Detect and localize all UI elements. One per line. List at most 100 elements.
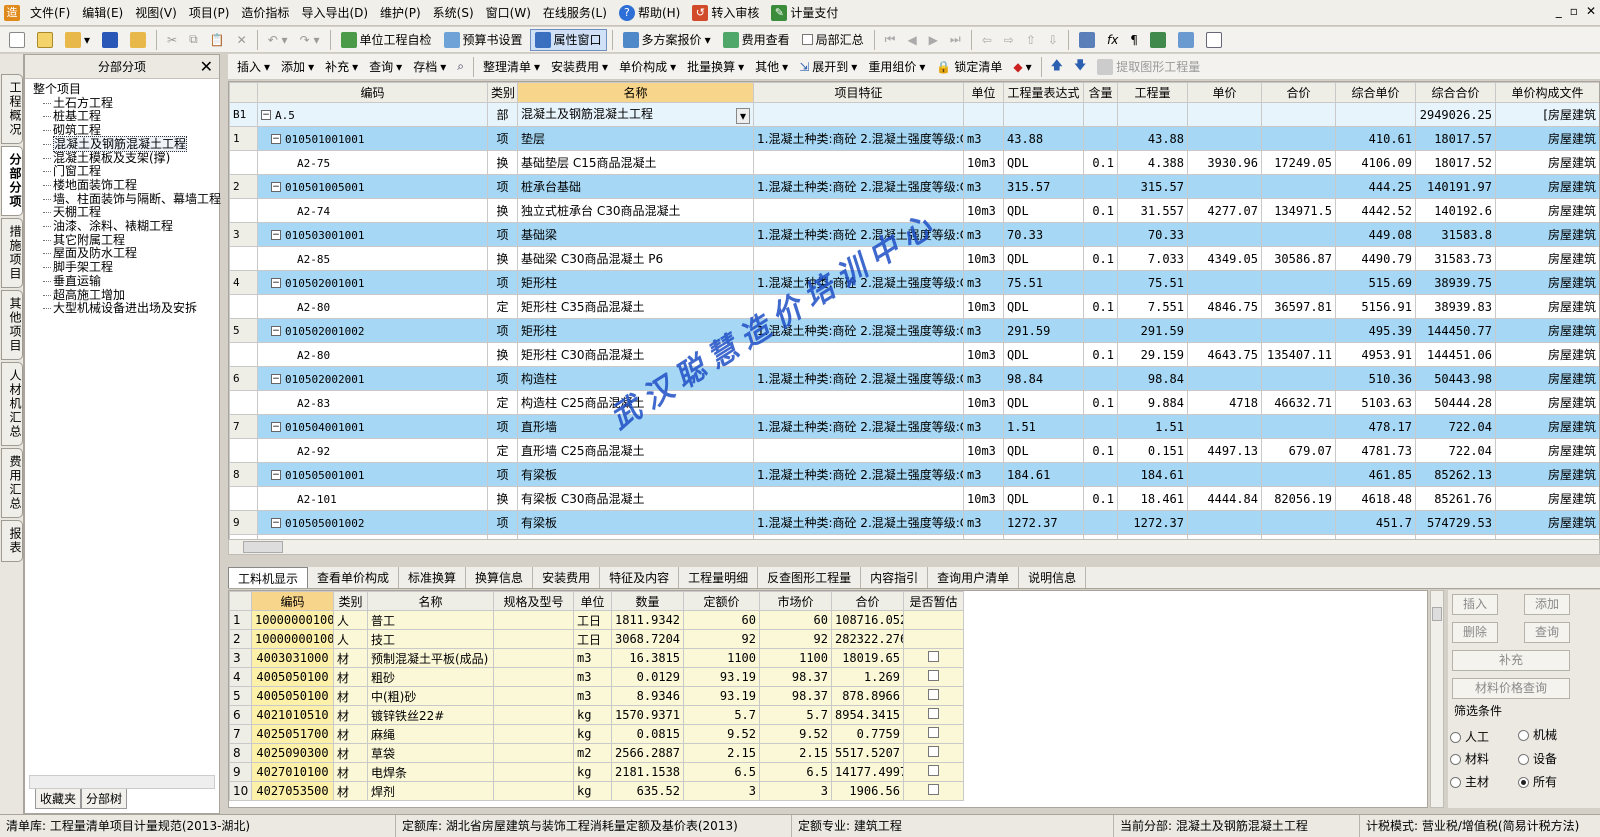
- cell-code[interactable]: A2-74: [257, 198, 488, 223]
- cell-price-file[interactable]: 房屋建筑: [1495, 150, 1599, 175]
- collapse-toggle-icon[interactable]: −: [271, 374, 281, 384]
- close-icon[interactable]: ✕: [1586, 4, 1596, 18]
- row-number[interactable]: 3: [229, 222, 258, 247]
- cell-total[interactable]: [1261, 222, 1336, 247]
- cell-quantity[interactable]: 0.0815: [611, 724, 684, 744]
- chevron-down-icon[interactable]: ▾: [736, 108, 750, 124]
- header-spec[interactable]: 规格及型号: [493, 591, 574, 611]
- cell-spec[interactable]: [493, 724, 574, 744]
- cell-price-file[interactable]: 房屋建筑: [1495, 486, 1599, 511]
- cell-quantity[interactable]: 18.461: [1117, 486, 1188, 511]
- tree-node-selected[interactable]: 混凝土及钢筋混凝土工程: [31, 135, 219, 152]
- cell-unit[interactable]: 10m3: [963, 198, 1004, 223]
- cell-quantity[interactable]: 4.388: [1117, 150, 1188, 175]
- cell-unit[interactable]: 10m3: [963, 150, 1004, 175]
- cell-provisional[interactable]: [903, 629, 964, 649]
- menu-file[interactable]: 文件(F): [24, 4, 76, 21]
- cell-unit-price[interactable]: 3930.96: [1187, 150, 1262, 175]
- cell-quota-price[interactable]: 3: [683, 781, 760, 801]
- cell-name[interactable]: 有梁板 C30商品混凝土: [517, 486, 754, 511]
- cell-quantity[interactable]: 291.59: [1117, 318, 1188, 343]
- cell-spec[interactable]: [493, 781, 574, 801]
- cell-total[interactable]: 17249.05: [1261, 150, 1336, 175]
- cell-ratio[interactable]: [1083, 318, 1118, 343]
- cell-quantity[interactable]: 184.61: [1117, 462, 1188, 487]
- cell-market-price[interactable]: 1100: [759, 648, 832, 668]
- cell-composite-unit-price[interactable]: 451.7: [1335, 510, 1416, 535]
- cell-code[interactable]: 10000000100: [251, 610, 334, 630]
- cell-code[interactable]: A2-75: [257, 150, 488, 175]
- row-number[interactable]: [229, 294, 258, 319]
- cell-quota-price[interactable]: 2.15: [683, 743, 760, 763]
- cell-category[interactable]: 材: [333, 667, 368, 687]
- cell-features[interactable]: 1.混凝土种类:商砼 2.混凝土强度等级:C30: [753, 510, 964, 535]
- cell-unit-price[interactable]: [1187, 414, 1262, 439]
- cell-unit[interactable]: m3: [963, 414, 1004, 439]
- cell-ratio[interactable]: 0.1: [1083, 246, 1118, 271]
- table-row[interactable]: 8−010505001001项有梁板1.混凝土种类:商砼 2.混凝土强度等级:C…: [229, 462, 1599, 487]
- collapse-toggle-icon[interactable]: −: [271, 470, 281, 480]
- header-quota-price[interactable]: 定额价: [683, 591, 760, 611]
- header-code[interactable]: 编码: [257, 82, 488, 103]
- menu-import-export[interactable]: 导入导出(D): [295, 4, 374, 21]
- list-button[interactable]: [1201, 29, 1227, 51]
- cell-composite-total[interactable]: 722.04: [1415, 438, 1496, 463]
- tab-features-content[interactable]: 特征及内容: [600, 567, 680, 588]
- menu-window[interactable]: 窗口(W): [480, 4, 537, 21]
- tab-section-tree[interactable]: 分部树: [81, 789, 128, 809]
- cell-quota-price[interactable]: 93.19: [683, 667, 760, 687]
- tree-node[interactable]: 楼地面装饰工程: [31, 178, 219, 193]
- header-unit[interactable]: 单位: [573, 591, 612, 611]
- table-row[interactable]: 9 4027010100 材电焊条 kg 2181.1538 6.5 6.5 14177.49…: [229, 762, 964, 782]
- cell-quantity[interactable]: 0.151: [1117, 438, 1188, 463]
- cell-quantity[interactable]: 635.52: [611, 781, 684, 801]
- cell-spec[interactable]: [493, 705, 574, 725]
- cell-quantity[interactable]: 3068.7204: [611, 629, 684, 649]
- cell-unit[interactable]: m3: [963, 270, 1004, 295]
- cell-quantity[interactable]: 16.3815: [611, 648, 684, 668]
- cell-features[interactable]: [753, 438, 964, 463]
- cell-quota-price[interactable]: 1100: [683, 648, 760, 668]
- insert-button[interactable]: 插入: [1452, 594, 1498, 615]
- cell-features[interactable]: 1.混凝土种类:商砼 2.混凝土强度等级:C25: [753, 414, 964, 439]
- cell-composite-unit-price[interactable]: 444.25: [1335, 174, 1416, 199]
- header-price-file[interactable]: 单价构成文件: [1495, 82, 1599, 103]
- row-number[interactable]: 5: [229, 686, 252, 706]
- cell-unit[interactable]: [963, 102, 1004, 127]
- cell-category[interactable]: 项: [487, 270, 518, 295]
- cell-code[interactable]: 4005050100: [251, 686, 334, 706]
- cell-quantity[interactable]: 9.884: [1117, 390, 1188, 415]
- cell-total[interactable]: [1261, 126, 1336, 151]
- budget-settings-button[interactable]: 预算书设置: [439, 29, 528, 51]
- cell-composite-unit-price[interactable]: 5103.63: [1335, 390, 1416, 415]
- cell-composite-total[interactable]: 140191.97: [1415, 174, 1496, 199]
- image-button[interactable]: [1173, 29, 1199, 51]
- cell-quantity[interactable]: [1117, 102, 1188, 127]
- cell-ratio[interactable]: 0.1: [1083, 342, 1118, 367]
- move-up-row-button[interactable]: 🡅: [1046, 56, 1068, 78]
- cell-ratio[interactable]: [1083, 462, 1118, 487]
- cell-composite-unit-price[interactable]: 461.85: [1335, 462, 1416, 487]
- cell-price-file[interactable]: 房屋建筑: [1495, 270, 1599, 295]
- menu-project[interactable]: 项目(P): [183, 4, 236, 21]
- row-number[interactable]: [229, 198, 258, 223]
- move-right-button[interactable]: ⇨: [999, 29, 1019, 51]
- cell-market-price[interactable]: 6.5: [759, 762, 832, 782]
- table-row[interactable]: 7−010504001001 项直形墙 1.混凝土种类:商砼 2.混凝土强度等级:C…: [229, 414, 1599, 439]
- cell-code[interactable]: A2-101: [257, 486, 488, 511]
- cell-quantity[interactable]: 1.51: [1117, 414, 1188, 439]
- cell-code[interactable]: −010504001001: [257, 414, 488, 439]
- cell-total[interactable]: 14177.4997: [831, 762, 904, 782]
- cell-total[interactable]: 679.07: [1261, 438, 1336, 463]
- insert-menu[interactable]: 插入 ▾: [232, 56, 275, 78]
- header-total[interactable]: 合价: [831, 591, 904, 611]
- cell-unit[interactable]: m3: [963, 174, 1004, 199]
- add-button[interactable]: 添加: [1524, 594, 1570, 615]
- cell-composite-total[interactable]: 722.04: [1415, 414, 1496, 439]
- expand-to-menu[interactable]: ⇲ 展开到 ▾: [794, 56, 862, 78]
- cell-total[interactable]: [1261, 414, 1336, 439]
- cell-spec[interactable]: [493, 743, 574, 763]
- cell-quantity[interactable]: 8.9346: [611, 686, 684, 706]
- cell-name[interactable]: 矩形柱: [517, 270, 754, 295]
- tab-measures[interactable]: 措施项目: [1, 218, 23, 288]
